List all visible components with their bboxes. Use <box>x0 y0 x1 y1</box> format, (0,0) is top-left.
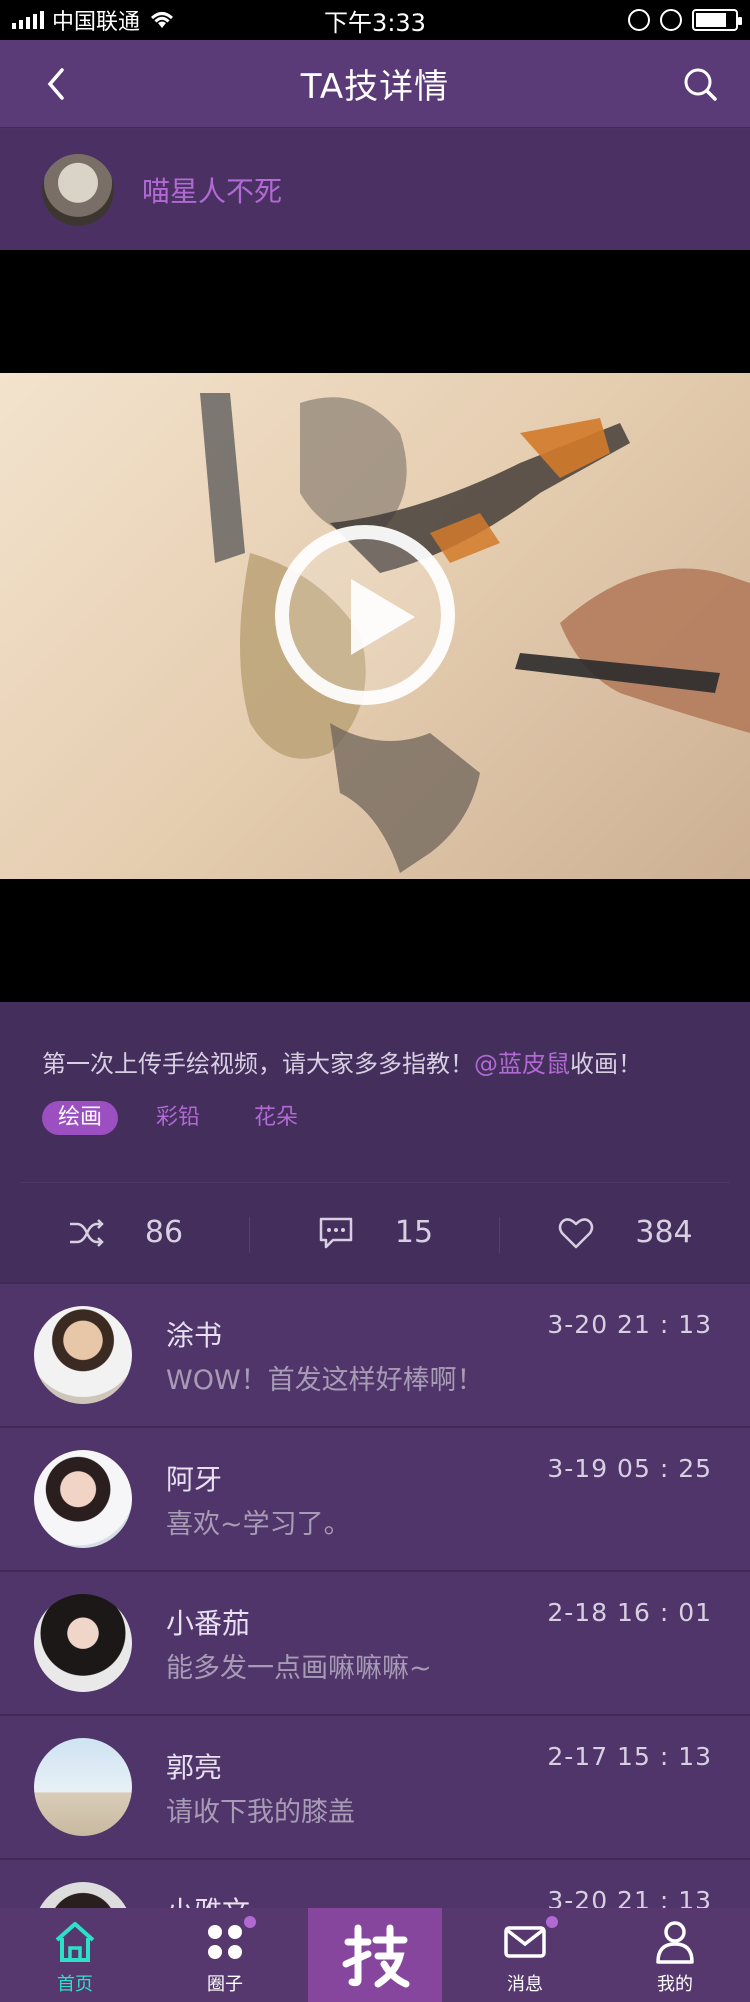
tag[interactable]: 花朵 <box>238 1101 314 1135</box>
comment-author: 阿牙 <box>166 1463 223 1496</box>
tab-center[interactable] <box>308 1908 442 2002</box>
battery-fill <box>696 13 726 27</box>
tag[interactable]: 彩铅 <box>140 1101 216 1135</box>
comment-text: 能多发一点画嘛嘛嘛~ <box>166 1653 432 1684</box>
tab-home[interactable]: 首页 <box>0 1908 150 2002</box>
like-count: 384 <box>635 1215 693 1250</box>
comment-time: 2-17 15 : 13 <box>547 1742 712 1771</box>
wifi-icon <box>151 12 174 28</box>
status-right <box>628 9 742 31</box>
tag-list: 绘画 彩铅 花朵 <box>42 1101 314 1135</box>
tab-messages[interactable]: 消息 <box>450 1908 600 2002</box>
tab-label: 圈子 <box>207 1974 243 1995</box>
mention-link[interactable]: @蓝皮鼠 <box>474 1050 570 1078</box>
avatar[interactable] <box>34 1738 132 1836</box>
comment-count: 15 <box>394 1215 434 1250</box>
tab-label: 我的 <box>657 1974 693 1995</box>
avatar[interactable] <box>34 1450 132 1548</box>
search-icon[interactable] <box>680 64 720 104</box>
post-details: 第一次上传手绘视频，请大家多多指教！@蓝皮鼠收画！ 绘画 彩铅 花朵 86 15 <box>0 1002 750 1282</box>
list-item[interactable]: 阿牙 喜欢~学习了。 3-19 05 : 25 <box>0 1426 750 1570</box>
description-text: 第一次上传手绘视频，请大家多多指教！ <box>42 1050 474 1078</box>
status-left: 中国联通 <box>12 4 176 36</box>
avatar[interactable] <box>34 1594 132 1692</box>
tab-circles[interactable]: 圈子 <box>150 1908 300 2002</box>
comment-time: 2-18 16 : 01 <box>547 1598 712 1627</box>
comment-icon <box>319 1217 353 1248</box>
list-item[interactable]: 小雅文 3-20 21 : 13 <box>0 1858 750 1908</box>
avatar[interactable] <box>34 1306 132 1404</box>
list-item[interactable]: 小番茄 能多发一点画嘛嘛嘛~ 2-18 16 : 01 <box>0 1570 750 1714</box>
circles-icon <box>208 1925 242 1959</box>
tag[interactable]: 绘画 <box>42 1101 119 1135</box>
nav-bar: TA技详情 <box>0 40 750 128</box>
comment-list: 涂书 WOW！首发这样好棒啊！ 3-20 21 : 13 阿牙 喜欢~学习了。 … <box>0 1282 750 1908</box>
share-button[interactable]: 86 <box>0 1183 250 1282</box>
carrier-label: 中国联通 <box>52 10 141 35</box>
like-button[interactable]: 384 <box>500 1183 750 1282</box>
stats-bar: 86 15 384 <box>0 1183 750 1282</box>
rotation-lock-icon <box>628 9 650 31</box>
comment-author: 郭亮 <box>166 1751 223 1784</box>
notification-dot <box>546 1916 558 1928</box>
comment-author: 小番茄 <box>166 1607 251 1640</box>
post-description: 第一次上传手绘视频，请大家多多指教！@蓝皮鼠收画！ <box>42 1044 642 1079</box>
list-item[interactable]: 涂书 WOW！首发这样好棒啊！ 3-20 21 : 13 <box>0 1282 750 1426</box>
comment-text: 请收下我的膝盖 <box>166 1797 355 1828</box>
comment-time: 3-19 05 : 25 <box>547 1454 712 1483</box>
avatar[interactable] <box>42 153 114 226</box>
user-icon <box>656 1921 694 1964</box>
alarm-icon <box>660 9 682 31</box>
signal-icon <box>12 11 44 29</box>
shuffle-icon <box>69 1218 104 1247</box>
ji-logo-icon <box>342 1924 410 1988</box>
comment-button[interactable]: 15 <box>250 1183 500 1282</box>
notification-dot <box>244 1916 256 1928</box>
tab-bar: 首页 圈子 消息 我的 <box>0 1908 750 2002</box>
page-title: TA技详情 <box>300 67 450 107</box>
battery-icon <box>692 9 742 31</box>
heart-icon <box>559 1217 594 1248</box>
description-suffix: 收画！ <box>570 1050 642 1078</box>
mail-icon <box>504 1926 546 1958</box>
play-button[interactable] <box>275 525 455 705</box>
avatar[interactable] <box>34 1882 132 1908</box>
comment-time: 3-20 21 : 13 <box>547 1310 712 1339</box>
author-name[interactable]: 喵星人不死 <box>142 170 282 210</box>
comment-author: 小雅文 <box>166 1890 250 1908</box>
tab-label: 消息 <box>507 1974 543 1995</box>
comment-text: 喜欢~学习了。 <box>166 1509 351 1540</box>
author-row[interactable]: 喵星人不死 <box>0 129 750 250</box>
comment-text: WOW！首发这样好棒啊！ <box>166 1365 484 1396</box>
video-thumbnail <box>0 373 750 879</box>
tab-label: 首页 <box>57 1974 93 1995</box>
share-count: 86 <box>144 1215 184 1250</box>
chevron-left-icon[interactable] <box>38 64 78 104</box>
home-icon <box>55 1922 95 1962</box>
status-bar: 中国联通 下午3:33 <box>0 0 750 40</box>
comment-author: 涂书 <box>166 1319 223 1352</box>
comment-time: 3-20 21 : 13 <box>547 1886 712 1908</box>
list-item[interactable]: 郭亮 请收下我的膝盖 2-17 15 : 13 <box>0 1714 750 1858</box>
video-player[interactable] <box>0 250 750 1002</box>
tab-profile[interactable]: 我的 <box>600 1908 750 2002</box>
